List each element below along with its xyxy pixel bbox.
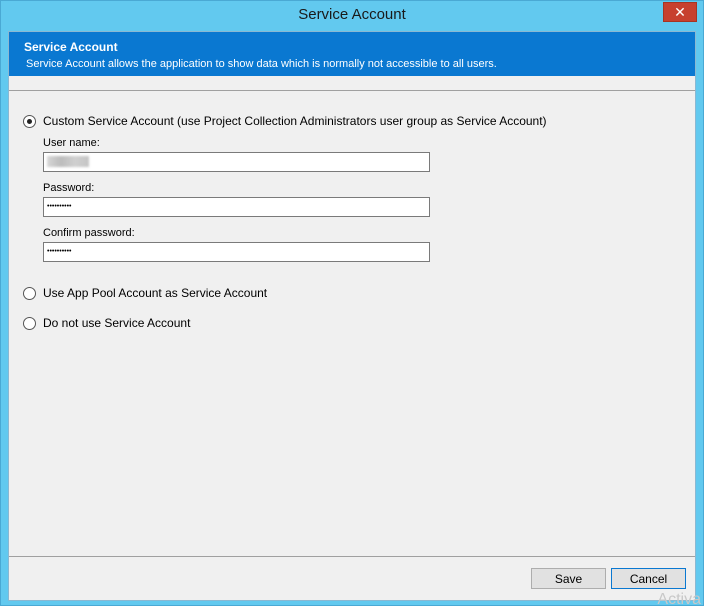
dialog-window: Service Account ✕ Service Account Servic…: [0, 0, 704, 608]
password-input[interactable]: ••••••••••: [43, 197, 430, 217]
close-icon: ✕: [674, 3, 686, 20]
radio-none[interactable]: [23, 316, 36, 330]
password-label: Password:: [43, 182, 95, 194]
confirm-password-label: Confirm password:: [43, 227, 135, 239]
dialog-body: Service Account Service Account allows t…: [8, 31, 696, 601]
option-app-pool-label: Use App Pool Account as Service Account: [43, 286, 268, 300]
banner-title: Service Account: [24, 40, 118, 54]
option-custom-label: Custom Service Account (use Project Coll…: [43, 114, 547, 128]
radio-custom[interactable]: [23, 114, 36, 128]
window-title: Service Account: [298, 6, 406, 23]
title-bar[interactable]: Service Account ✕: [1, 1, 703, 31]
radio-app-pool[interactable]: [23, 286, 36, 300]
username-input[interactable]: [43, 152, 430, 172]
option-app-pool-account[interactable]: Use App Pool Account as Service Account: [23, 286, 267, 300]
activation-watermark: Activa: [657, 591, 701, 608]
close-button[interactable]: ✕: [663, 2, 697, 22]
confirm-password-input[interactable]: ••••••••••: [43, 242, 430, 262]
banner-description: Service Account allows the application t…: [26, 58, 497, 70]
username-label: User name:: [43, 137, 100, 149]
option-custom-service-account[interactable]: Custom Service Account (use Project Coll…: [23, 114, 547, 128]
save-button[interactable]: Save: [531, 568, 606, 589]
username-value-redacted: [47, 156, 89, 167]
bottom-divider: [9, 556, 695, 557]
option-no-service-account[interactable]: Do not use Service Account: [23, 316, 190, 330]
option-none-label: Do not use Service Account: [43, 316, 191, 330]
header-banner: Service Account Service Account allows t…: [9, 32, 695, 76]
cancel-button[interactable]: Cancel: [611, 568, 686, 589]
top-divider: [9, 90, 695, 91]
